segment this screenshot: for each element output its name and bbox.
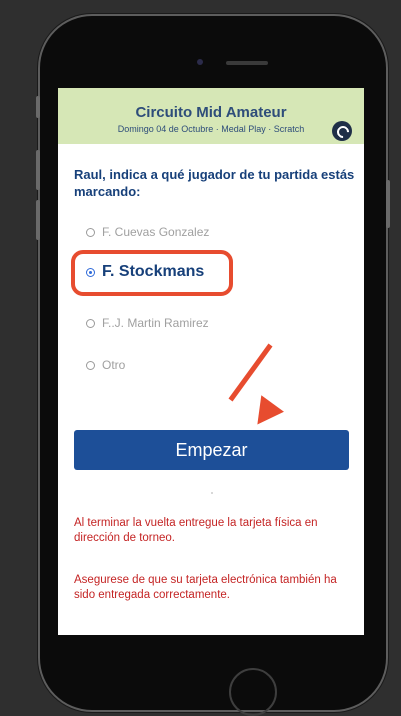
power-button [386, 180, 390, 228]
separator-dot [211, 492, 213, 494]
marker-prompt: Raul, indica a qué jugador de tu partida… [74, 167, 355, 199]
player-option[interactable]: F. Cuevas Gonzalez [86, 225, 209, 239]
player-option-label: F. Stockmans [102, 263, 205, 280]
radio-icon[interactable] [86, 360, 95, 370]
tournament-title: Circuito Mid Amateur [135, 104, 287, 121]
return-card-notice: Al terminar la vuelta entregue la tarjet… [74, 517, 318, 544]
tournament-subtitle: Domingo 04 de Octubre · Medal Play · Scr… [117, 124, 305, 134]
electronic-card-notice: Asegurese de que su tarjeta electrónica … [74, 574, 337, 601]
player-option-selected[interactable]: F. Stockmans [86, 263, 204, 281]
app-header: Circuito Mid Amateur Domingo 04 de Octub… [58, 88, 364, 144]
radio-icon[interactable] [86, 318, 95, 328]
player-option[interactable]: F..J. Martin Ramirez [86, 316, 209, 330]
speaker-grille [226, 61, 268, 65]
volume-down-button [36, 200, 40, 240]
volume-up-button [36, 150, 40, 190]
camera-icon [197, 59, 203, 65]
player-option-label: F..J. Martin Ramirez [102, 316, 209, 330]
annotation-arrow-head [246, 395, 284, 433]
start-button[interactable]: Empezar [74, 430, 349, 470]
radio-icon[interactable] [86, 227, 95, 237]
radio-checked-icon[interactable] [86, 267, 95, 277]
player-option[interactable]: Otro [86, 358, 125, 372]
player-option-label: Otro [102, 358, 126, 372]
wrench-icon[interactable] [332, 121, 352, 141]
home-button[interactable] [229, 668, 277, 716]
silent-switch [36, 96, 40, 118]
app-screen: Circuito Mid Amateur Domingo 04 de Octub… [58, 88, 364, 635]
player-option-label: F. Cuevas Gonzalez [102, 225, 210, 239]
annotation-arrow [228, 343, 273, 402]
